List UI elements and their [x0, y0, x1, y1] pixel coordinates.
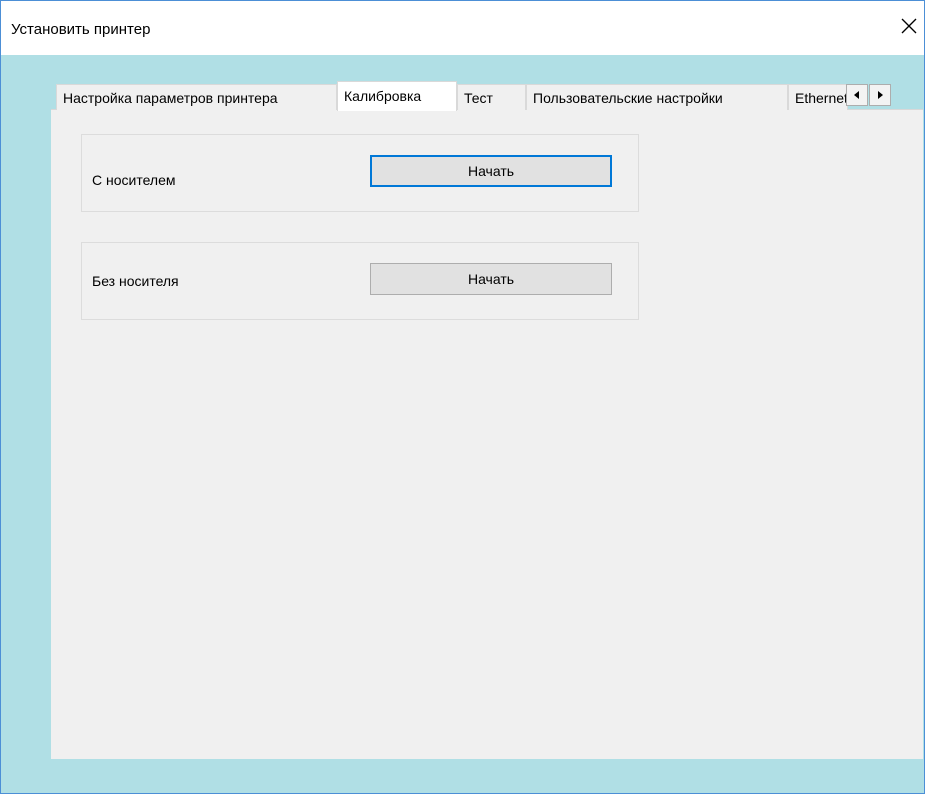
tab-label: Калибровка [344, 88, 422, 104]
tab-scroll-controls [846, 84, 892, 106]
group-with-media: С носителем Начать [81, 134, 639, 212]
arrow-left-icon [854, 91, 859, 99]
tab-label: Пользовательские настройки [533, 90, 723, 106]
tab-label: Тест [464, 90, 493, 106]
printer-setup-window: Установить принтер Настройка параметров … [0, 0, 925, 794]
tab-scroll-right-button[interactable] [869, 84, 891, 106]
close-button[interactable] [894, 11, 924, 41]
tab-label: Настройка параметров принтера [63, 90, 278, 106]
tab-scroll-left-button[interactable] [846, 84, 868, 106]
tab-printer-settings[interactable]: Настройка параметров принтера [56, 84, 337, 110]
tab-label: Ethernet [795, 90, 848, 106]
window-title: Установить принтер [11, 21, 151, 38]
title-bar[interactable]: Установить принтер [1, 1, 924, 55]
group-without-media: Без носителя Начать [81, 242, 639, 320]
tab-calibration[interactable]: Калибровка [337, 81, 457, 111]
close-icon [901, 18, 917, 34]
tab-strip: Настройка параметров принтера Калибровка… [56, 81, 896, 111]
with-media-start-button[interactable]: Начать [370, 155, 612, 187]
without-media-label: Без носителя [92, 273, 179, 289]
tab-ethernet[interactable]: Ethernet [788, 84, 848, 110]
tab-user-settings[interactable]: Пользовательские настройки [526, 84, 788, 110]
with-media-label: С носителем [92, 172, 176, 188]
tab-test[interactable]: Тест [457, 84, 526, 110]
without-media-start-button[interactable]: Начать [370, 263, 612, 295]
arrow-right-icon [878, 91, 883, 99]
